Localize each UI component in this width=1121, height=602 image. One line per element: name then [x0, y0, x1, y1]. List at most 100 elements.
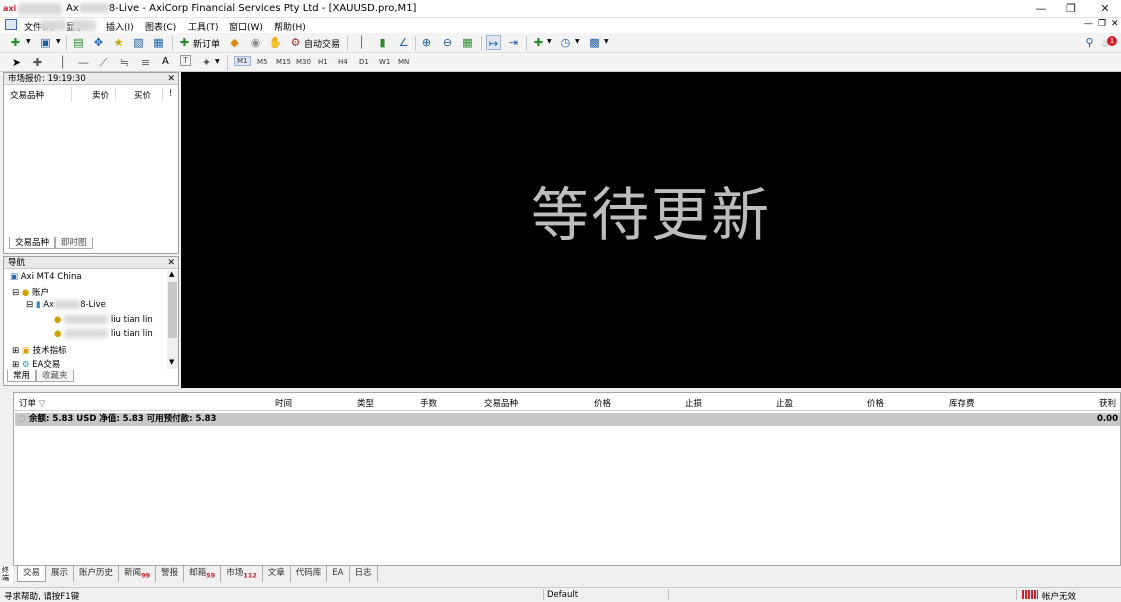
new-order-icon[interactable]: ✚: [177, 35, 192, 50]
column-bid[interactable]: 卖价: [92, 89, 109, 101]
tree-account-server[interactable]: ⊟ ▮ Ax 8-Live: [26, 300, 106, 310]
cursor-icon[interactable]: ➤: [9, 55, 24, 70]
chart-window[interactable]: 等待更新: [181, 72, 1121, 388]
metaeditor-icon[interactable]: ◆: [227, 35, 242, 50]
tf-w1[interactable]: W1: [379, 58, 390, 66]
restore-button[interactable]: ❐: [1056, 0, 1086, 18]
mdi-close-icon[interactable]: ✕: [1111, 19, 1119, 29]
close-icon[interactable]: ✕: [167, 73, 175, 85]
tree-user[interactable]: ● liu tian lin: [54, 315, 153, 325]
scroll-up-icon[interactable]: ▲: [169, 270, 174, 278]
templates-icon[interactable]: ▩: [587, 35, 602, 50]
line-chart-icon[interactable]: ∠: [396, 35, 411, 50]
column-ask[interactable]: 买价: [134, 89, 151, 101]
tab-alerts[interactable]: 警报: [156, 566, 185, 582]
tf-h1[interactable]: H1: [318, 58, 328, 66]
column-price[interactable]: 价格: [594, 397, 611, 409]
minimize-button[interactable]: —: [1026, 0, 1056, 18]
tab-experts[interactable]: EA: [327, 566, 350, 582]
bar-chart-icon[interactable]: │: [354, 35, 369, 50]
zoom-out-icon[interactable]: ⊖: [440, 35, 455, 50]
tree-indicators[interactable]: ⊞ ▣ 技术指标: [12, 344, 67, 356]
tf-m30[interactable]: M30: [296, 58, 311, 66]
column-time[interactable]: 时间: [275, 397, 292, 409]
column-type[interactable]: 类型: [357, 397, 374, 409]
tab-trade[interactable]: 交易: [17, 566, 47, 582]
column-symbol[interactable]: 交易品种: [10, 89, 44, 101]
signals-icon[interactable]: ◉: [248, 35, 263, 50]
tf-d1[interactable]: D1: [359, 58, 369, 66]
tab-market[interactable]: 市场112: [221, 566, 263, 582]
fibonacci-icon[interactable]: ≡: [138, 55, 153, 70]
tree-user[interactable]: ● liu tian lin: [54, 329, 153, 339]
notification-bell-icon[interactable]: ♨ 1: [1101, 36, 1117, 50]
tab-exposure[interactable]: 展示: [46, 566, 75, 582]
column-symbol[interactable]: 交易品种: [484, 397, 518, 409]
tab-articles[interactable]: 文章: [263, 566, 291, 582]
scroll-thumb[interactable]: [168, 282, 177, 338]
crosshair-icon[interactable]: ✚: [30, 55, 45, 70]
tile-windows-icon[interactable]: ▦: [460, 35, 475, 50]
trendline-icon[interactable]: ⟋: [96, 55, 111, 70]
search-icon[interactable]: ⚲: [1082, 35, 1097, 50]
horizontal-line-icon[interactable]: —: [76, 55, 91, 70]
zoom-in-icon[interactable]: ⊕: [419, 35, 434, 50]
column-sl[interactable]: 止损: [685, 397, 702, 409]
tf-m1[interactable]: M1: [234, 56, 251, 66]
text-label-icon[interactable]: T: [180, 55, 191, 66]
column-profit[interactable]: 获利: [1099, 397, 1116, 409]
chart-shift-icon[interactable]: ↦: [486, 35, 501, 50]
column-order[interactable]: 订单 ▽: [19, 397, 45, 409]
tree-ea[interactable]: ⊞ ⚙ EA交易: [12, 358, 60, 370]
dropdown-arrow-icon[interactable]: ▼: [215, 58, 220, 65]
tf-h4[interactable]: H4: [338, 58, 348, 66]
candlestick-icon[interactable]: ▮: [375, 35, 390, 50]
column-alert[interactable]: !: [169, 89, 172, 99]
profiles-icon[interactable]: ▣: [38, 35, 53, 50]
close-icon[interactable]: ✕: [167, 257, 175, 269]
tree-root[interactable]: ▣ Axi MT4 China: [10, 272, 82, 282]
menu-insert[interactable]: 插入(I): [106, 20, 134, 33]
channel-icon[interactable]: ≒: [117, 55, 132, 70]
column-swap[interactable]: 库存费: [949, 397, 975, 409]
collapse-icon[interactable]: ⊟: [12, 288, 19, 298]
dropdown-arrow-icon[interactable]: ▼: [26, 38, 31, 45]
dropdown-arrow-icon[interactable]: ▼: [547, 38, 552, 45]
terminal-icon[interactable]: ▧: [131, 35, 146, 50]
strategy-tester-icon[interactable]: ▦: [151, 35, 166, 50]
tf-mn[interactable]: MN: [398, 58, 409, 66]
data-window-icon[interactable]: ✥: [91, 35, 106, 50]
tab-code-base[interactable]: 代码库: [291, 566, 328, 582]
navigator-scrollbar[interactable]: ▲ ▼: [167, 270, 178, 369]
new-order-button[interactable]: 新订单: [193, 37, 220, 50]
dropdown-arrow-icon[interactable]: ▼: [604, 38, 609, 45]
close-button[interactable]: ✕: [1090, 0, 1120, 18]
dropdown-arrow-icon[interactable]: ▼: [56, 38, 61, 45]
column-tp[interactable]: 止盈: [776, 397, 793, 409]
scroll-down-icon[interactable]: ▼: [169, 358, 174, 366]
tab-news[interactable]: 新闻99: [119, 566, 157, 582]
indicators-icon[interactable]: ✚: [531, 35, 546, 50]
new-chart-icon[interactable]: ✚: [8, 35, 23, 50]
tree-accounts[interactable]: ⊟ ● 账户: [12, 286, 49, 298]
tab-journal[interactable]: 日志: [350, 566, 378, 582]
dropdown-arrow-icon[interactable]: ▼: [575, 38, 580, 45]
column-lots[interactable]: 手数: [420, 397, 437, 409]
mdi-restore-icon[interactable]: ❐: [1098, 19, 1106, 29]
mdi-minimize-icon[interactable]: —: [1084, 19, 1093, 29]
tab-account-history[interactable]: 账户历史: [74, 566, 120, 582]
tab-symbols[interactable]: 交易品种: [9, 237, 56, 249]
periods-icon[interactable]: ◷: [558, 35, 573, 50]
arrows-icon[interactable]: ✦: [199, 55, 214, 70]
tab-tick-chart[interactable]: 即时图: [55, 237, 93, 249]
column-current-price[interactable]: 价格: [867, 397, 884, 409]
expand-icon[interactable]: ⊞: [12, 360, 19, 370]
navigator-icon[interactable]: ★: [111, 35, 126, 50]
menu-charts[interactable]: 图表(C): [145, 20, 176, 33]
tf-m15[interactable]: M15: [276, 58, 291, 66]
collapse-icon[interactable]: ⊟: [26, 300, 33, 310]
expand-icon[interactable]: ⊞: [12, 346, 19, 356]
vertical-line-icon[interactable]: │: [55, 55, 70, 70]
tf-m5[interactable]: M5: [257, 58, 268, 66]
tab-common[interactable]: 常用: [7, 370, 37, 382]
